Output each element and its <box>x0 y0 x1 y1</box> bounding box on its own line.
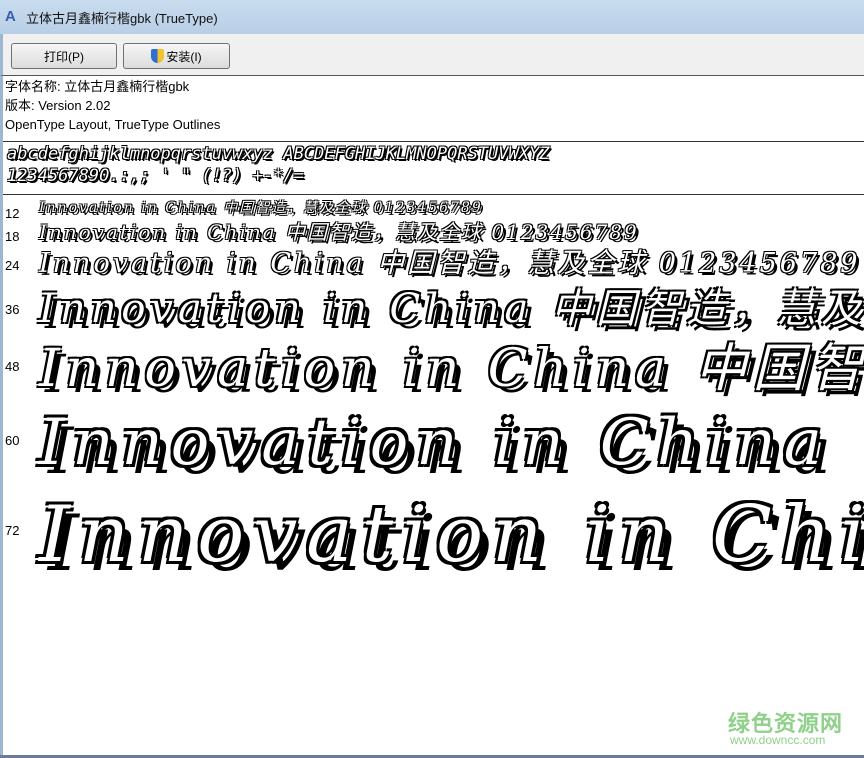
sample-text: Innovation in China 中国智造，慧及全球 0123456789 <box>39 248 861 279</box>
sample-size: 60 <box>5 432 20 448</box>
sample-text: Innovation in China 中国智造，慧及全球 0123456789 <box>39 406 864 480</box>
font-outlines: OpenType Layout, TrueType Outlines <box>5 117 221 132</box>
sample-size: 48 <box>5 359 20 375</box>
sample-text: Innovation in China 中国智造，慧及全球 0123456789 <box>39 200 483 216</box>
sample-size: 18 <box>5 229 20 244</box>
sample-text: Innovation in China 中国智造，慧及全球 0123456789 <box>39 490 864 580</box>
window-title: 立体古月鑫楠行楷gbk (TrueType) <box>26 11 218 26</box>
sample-preview: 12 Innovation in China 中国智造，慧及全球 01234567… <box>3 196 864 686</box>
font-version: 版本: Version 2.02 <box>5 98 111 113</box>
watermark-url: www.downcc.com <box>730 733 826 747</box>
shield-icon <box>151 49 165 63</box>
sample-text: Innovation in China 中国智造，慧及全球 0123456789 <box>39 339 864 399</box>
sample-size: 36 <box>5 302 20 317</box>
sample-size: 24 <box>5 258 20 274</box>
toolbar: 打印(P) 安装(I) <box>0 34 864 76</box>
print-label: 打印(P) <box>44 49 84 64</box>
sample-size: 72 <box>5 523 20 539</box>
font-name: 字体名称: 立体古月鑫楠行楷gbk <box>5 79 190 94</box>
sample-size: 12 <box>5 206 20 222</box>
print-button[interactable]: 打印(P) <box>11 43 117 69</box>
title-bar: A 立体古月鑫楠行楷gbk (TrueType) <box>0 0 864 34</box>
charset-preview: abcdefghijklmnopqrstuvwxyz ABCDEFGHIJKLM… <box>3 141 864 195</box>
charset-line-digits: 1234567890.:,; ' " (!?) +-*/= <box>7 166 304 186</box>
charset-line-letters: abcdefghijklmnopqrstuvwxyz ABCDEFGHIJKLM… <box>7 144 550 164</box>
font-info: 字体名称: 立体古月鑫楠行楷gbk 版本: Version 2.02 OpenT… <box>0 77 864 137</box>
install-button[interactable]: 安装(I) <box>123 43 230 69</box>
font-icon: A <box>5 8 16 25</box>
install-label: 安装(I) <box>166 49 202 64</box>
